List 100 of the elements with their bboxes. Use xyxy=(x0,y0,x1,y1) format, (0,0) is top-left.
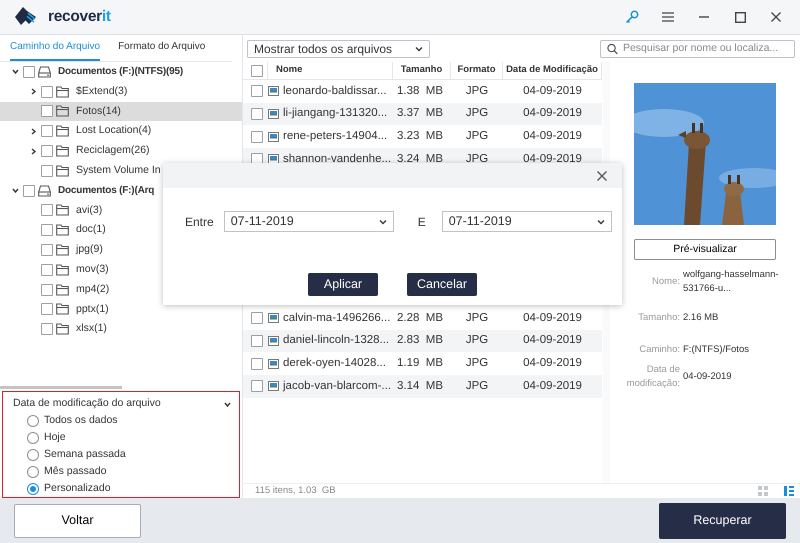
file-size: 2.28 MB xyxy=(396,310,444,326)
checkbox[interactable] xyxy=(251,108,263,120)
tree-item[interactable]: jpg(9) xyxy=(0,240,242,260)
file-format: JPG xyxy=(464,84,490,99)
search-field[interactable]: Pesquisar por nome ou localiza... xyxy=(600,40,795,58)
folder-icon xyxy=(56,224,69,236)
radio-button[interactable] xyxy=(27,466,39,478)
detail-label: Tamanho: xyxy=(637,310,680,324)
item-count: 115 itens, 1.03 GB xyxy=(255,484,336,498)
detail-value: wolfgang-hasselmann-531766-u... xyxy=(683,268,780,296)
option-label[interactable]: Hoje xyxy=(44,430,66,446)
tree-item[interactable]: Reciclagem(26) xyxy=(0,141,242,161)
checkbox[interactable] xyxy=(41,125,53,138)
preview-button[interactable]: Pré-visualizar xyxy=(634,239,776,260)
date-dropdown[interactable]: 07-11-2019 xyxy=(224,211,394,232)
tab[interactable]: Caminho do Arquivo xyxy=(10,33,100,61)
radio-button[interactable] xyxy=(27,448,39,460)
scrollbar[interactable] xyxy=(0,386,122,390)
tree-item[interactable]: xlsx(1) xyxy=(0,319,242,340)
tree-item[interactable]: mov(3) xyxy=(0,260,242,280)
file-name: shannon-vandenhe... xyxy=(283,152,392,167)
checkbox[interactable] xyxy=(41,264,53,276)
caret-icon[interactable] xyxy=(224,400,231,408)
column-header[interactable]: Nome xyxy=(268,62,393,79)
column-header[interactable]: Tamanho xyxy=(393,62,451,79)
checkbox[interactable] xyxy=(41,303,53,316)
detail-value: F:(NTFS)/Fotos xyxy=(683,342,750,357)
file-date: 04-09-2019 xyxy=(522,378,583,394)
checkbox[interactable] xyxy=(251,334,263,347)
checkbox[interactable] xyxy=(41,86,53,98)
checkbox[interactable] xyxy=(251,64,263,76)
checkbox[interactable] xyxy=(251,130,263,143)
checkbox[interactable] xyxy=(41,244,53,256)
tab[interactable]: Formato do Arquivo xyxy=(118,33,206,61)
tree-item[interactable]: Documentos (F:)(NTFS)(95) xyxy=(0,62,242,82)
option-label[interactable]: Personalizado xyxy=(44,480,111,496)
column-header[interactable]: Data de Modificação xyxy=(503,62,602,79)
caret-icon[interactable] xyxy=(30,148,36,155)
checkbox[interactable] xyxy=(251,380,263,392)
view-filter-dropdown[interactable]: Mostrar todos os arquivos xyxy=(247,40,430,58)
maximize-icon xyxy=(734,12,746,22)
detail-label: Data de modificação: xyxy=(626,363,680,392)
tree-item[interactable]: mp4(2) xyxy=(0,280,242,300)
date-dropdown[interactable]: 07-11-2019 xyxy=(442,211,612,232)
option-label[interactable]: Mês passado xyxy=(44,464,106,480)
tree-item[interactable]: $Extend(3) xyxy=(0,82,242,102)
tree-item[interactable]: pptx(1) xyxy=(0,300,242,320)
detail-label: Caminho: xyxy=(638,342,680,357)
close-icon xyxy=(597,170,607,180)
tree-item[interactable]: Lost Location(4) xyxy=(0,121,242,142)
image-file-icon xyxy=(268,313,279,324)
checkbox[interactable] xyxy=(41,164,53,177)
checkbox[interactable] xyxy=(23,184,35,197)
list-view-icon[interactable] xyxy=(784,486,794,496)
folder-icon xyxy=(56,284,69,296)
checkbox[interactable] xyxy=(251,312,263,324)
recover-button[interactable]: Recuperar xyxy=(659,502,786,538)
tree-item[interactable]: Fotos(14) xyxy=(0,102,242,122)
from-label: Entre xyxy=(185,214,214,230)
checkbox[interactable] xyxy=(41,105,53,118)
image-file-icon xyxy=(268,358,279,369)
caret-icon[interactable] xyxy=(12,68,18,76)
file-format: JPG xyxy=(464,356,490,372)
image-file-icon xyxy=(268,86,279,96)
checkbox[interactable] xyxy=(41,224,53,236)
dialog-button[interactable]: Aplicar xyxy=(308,273,378,296)
option-label[interactable]: Todos os dados xyxy=(44,412,118,428)
option-label[interactable]: Semana passada xyxy=(44,446,126,462)
caret-icon[interactable] xyxy=(30,128,36,135)
file-date: 04-09-2019 xyxy=(522,84,583,99)
grid-view-icon[interactable] xyxy=(758,486,768,496)
checkbox[interactable] xyxy=(251,358,263,370)
detail-value: 04-09-2019 xyxy=(683,370,733,384)
back-button[interactable]: Voltar xyxy=(14,504,141,538)
file-size: 3.23 MB xyxy=(396,129,444,144)
drive-icon xyxy=(38,184,51,197)
checkbox[interactable] xyxy=(251,85,263,98)
file-format: JPG xyxy=(464,129,490,144)
close-icon xyxy=(771,12,781,22)
menu-icon xyxy=(662,12,674,22)
checkbox[interactable] xyxy=(23,66,35,78)
tree-item[interactable]: System Volume In xyxy=(0,160,242,181)
folder-icon xyxy=(56,204,69,216)
file-format: JPG xyxy=(464,310,490,326)
radio-button[interactable] xyxy=(27,482,39,494)
caret-icon[interactable] xyxy=(12,187,18,194)
file-date: 04-09-2019 xyxy=(522,106,583,122)
file-size: 1.38 MB xyxy=(396,84,444,99)
checkbox[interactable] xyxy=(41,323,53,336)
caret-icon[interactable] xyxy=(30,88,36,96)
chevron-icon xyxy=(596,218,605,224)
checkbox[interactable] xyxy=(41,204,53,216)
logo-text: recoverit xyxy=(48,7,111,28)
checkbox[interactable] xyxy=(41,145,53,158)
checkbox[interactable] xyxy=(41,284,53,296)
radio-button[interactable] xyxy=(27,432,39,444)
radio-button[interactable] xyxy=(27,414,39,426)
tree-item[interactable]: Documentos (F:)(Arq xyxy=(0,180,242,201)
dialog-button[interactable]: Cancelar xyxy=(407,273,477,296)
column-header[interactable]: Formato xyxy=(451,62,503,79)
